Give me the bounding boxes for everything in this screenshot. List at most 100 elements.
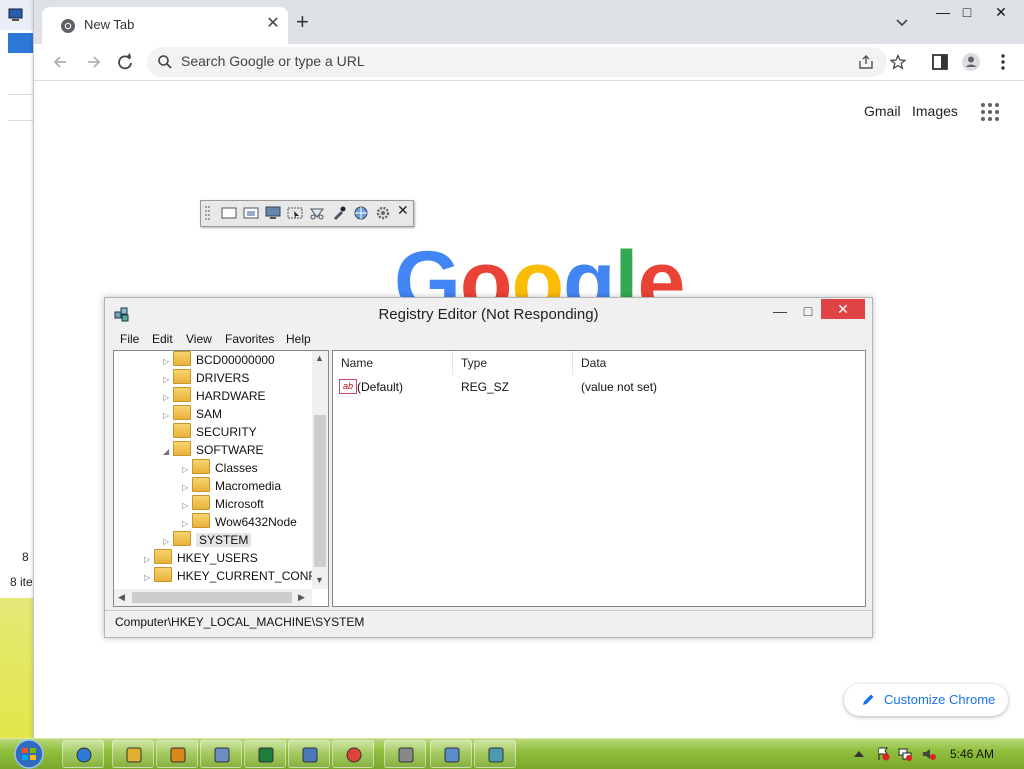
expand-arrow-icon[interactable]: ▷ — [144, 569, 154, 587]
action-center-icon[interactable] — [876, 747, 890, 761]
taskbar-button[interactable] — [332, 740, 374, 768]
taskbar-clock[interactable]: 5:46 AM — [950, 747, 994, 761]
document-icon — [214, 747, 230, 763]
taskbar-button[interactable] — [244, 740, 286, 768]
tree-vertical-scroll-thumb[interactable] — [314, 415, 326, 567]
tree-node[interactable]: ▷ SYSTEM — [163, 531, 252, 549]
maximize-button[interactable]: □ — [952, 4, 982, 20]
tree-node-label: Macromedia — [215, 479, 282, 493]
tree-node[interactable]: ▷ BCD00000000 — [163, 351, 275, 369]
menu-favorites[interactable]: Favorites — [225, 332, 274, 346]
menu-view[interactable]: View — [186, 332, 212, 346]
window-capture-icon[interactable] — [243, 205, 259, 221]
tree-node-label: Classes — [215, 461, 258, 475]
tree-node[interactable]: SECURITY — [163, 423, 257, 441]
tree-node-label: SYSTEM — [196, 533, 252, 547]
status-bar: Computer\HKEY_LOCAL_MACHINE\SYSTEM — [105, 610, 872, 633]
registry-key-tree[interactable]: ▷ BCD00000000 ▷ DRIVERS ▷ HARDWARE ▷ SAM SECURIT… — [113, 350, 329, 607]
tree-node[interactable]: ▷ SAM — [163, 405, 222, 423]
registry-values-list[interactable]: Name Type Data ab (Default) REG_SZ (valu… — [332, 350, 866, 607]
chrome-icon — [61, 19, 75, 33]
background-explorer-window[interactable]: 8 8 ite — [0, 0, 38, 598]
tree-node[interactable]: ▷ Microsoft — [182, 495, 264, 513]
taskbar-button[interactable] — [474, 740, 516, 768]
fullscreen-capture-icon[interactable] — [221, 205, 237, 221]
table-row[interactable]: ab (Default) REG_SZ (value not set) — [333, 376, 865, 398]
start-button[interactable] — [8, 739, 50, 769]
value-data: (value not set) — [581, 380, 658, 394]
expand-arrow-icon[interactable]: ◢ — [163, 443, 173, 461]
taskbar-button[interactable] — [200, 740, 242, 768]
tab-close-icon[interactable]: ✕ — [264, 15, 282, 33]
scroll-left-icon[interactable]: ◀ — [118, 592, 125, 603]
tree-node-label: Wow6432Node — [215, 515, 297, 529]
tree-node[interactable]: ▷ HKEY_USERS — [144, 549, 258, 567]
excel-icon — [258, 747, 274, 763]
scroll-up-icon[interactable]: ▲ — [315, 353, 324, 363]
tree-node[interactable]: ▷ HKEY_CURRENT_CONFIG — [144, 567, 328, 585]
color-picker-icon[interactable] — [331, 205, 347, 221]
taskbar-button[interactable] — [156, 740, 198, 768]
maximize-button[interactable]: □ — [791, 301, 825, 321]
tree-node-label: SECURITY — [196, 425, 257, 439]
network-icon[interactable] — [898, 747, 912, 761]
monitor-capture-icon[interactable] — [265, 205, 281, 221]
google-logo-letter: o — [459, 234, 513, 297]
printer-icon — [398, 747, 414, 763]
chrome-toolbar: Search Google or type a URL — [34, 44, 1024, 81]
gear-icon[interactable] — [375, 205, 391, 221]
tray-expand-icon[interactable] — [852, 747, 866, 761]
images-link[interactable]: Images — [912, 103, 958, 119]
tab-new-tab[interactable]: New Tab ✕ — [42, 7, 288, 44]
column-header-name[interactable]: Name — [333, 351, 453, 375]
tree-node-label: HKEY_USERS — [177, 551, 258, 565]
tree-node-label: HKEY_CURRENT_CONFIG — [177, 569, 329, 583]
tree-node[interactable]: ▷ Classes — [182, 459, 258, 477]
google-apps-icon[interactable] — [980, 102, 1000, 122]
window-icon — [444, 747, 460, 763]
scroll-down-icon[interactable]: ▼ — [315, 575, 324, 585]
scroll-right-icon[interactable]: ▶ — [298, 592, 305, 603]
web-capture-icon[interactable] — [353, 205, 369, 221]
divider — [8, 94, 36, 95]
omnibox[interactable]: Search Google or type a URL — [147, 47, 906, 77]
menu-file[interactable]: File — [120, 332, 139, 346]
share-icon[interactable] — [858, 54, 874, 70]
back-arrow-icon[interactable] — [50, 51, 72, 73]
forward-arrow-icon[interactable] — [82, 51, 104, 73]
volume-muted-icon[interactable] — [922, 747, 936, 761]
bookmark-star-icon[interactable] — [890, 54, 906, 70]
taskbar-button[interactable] — [112, 740, 154, 768]
customize-chrome-button[interactable]: Customize Chrome — [844, 684, 1008, 716]
close-button[interactable]: ✕ — [986, 4, 1016, 20]
tree-horizontal-scroll-thumb[interactable] — [132, 592, 292, 603]
column-header-data[interactable]: Data — [573, 351, 865, 375]
column-header-type[interactable]: Type — [453, 351, 573, 375]
new-tab-button[interactable]: + — [296, 11, 309, 33]
tree-node[interactable]: ▷ DRIVERS — [163, 369, 249, 387]
close-button[interactable]: ✕ — [821, 299, 865, 319]
chevron-down-icon[interactable] — [894, 14, 910, 30]
profile-avatar-icon[interactable] — [960, 51, 982, 73]
close-toolbar-icon[interactable]: ✕ — [397, 202, 409, 219]
region-capture-icon[interactable] — [287, 205, 303, 221]
taskbar-button[interactable] — [62, 740, 104, 768]
tree-node[interactable]: ▷ HARDWARE — [163, 387, 266, 405]
network-icon — [302, 747, 318, 763]
registry-editor-titlebar[interactable]: Registry Editor (Not Responding) — □ ✕ — [105, 298, 872, 328]
background-window-text: 8 — [22, 550, 29, 564]
tree-node[interactable]: ▷ Macromedia — [182, 477, 281, 495]
tree-node[interactable]: ◢ SOFTWARE — [163, 441, 264, 459]
taskbar-button[interactable] — [384, 740, 426, 768]
freehand-capture-icon[interactable] — [309, 205, 325, 221]
side-panel-icon[interactable] — [929, 51, 951, 73]
taskbar-button[interactable] — [288, 740, 330, 768]
reload-icon[interactable] — [114, 51, 136, 73]
gmail-link[interactable]: Gmail — [864, 103, 901, 119]
drag-handle-icon[interactable] — [204, 204, 210, 222]
tree-node[interactable]: ▷ Wow6432Node — [182, 513, 297, 531]
kebab-menu-icon[interactable] — [992, 51, 1014, 73]
menu-help[interactable]: Help — [286, 332, 311, 346]
menu-edit[interactable]: Edit — [152, 332, 173, 346]
taskbar-button[interactable] — [430, 740, 472, 768]
